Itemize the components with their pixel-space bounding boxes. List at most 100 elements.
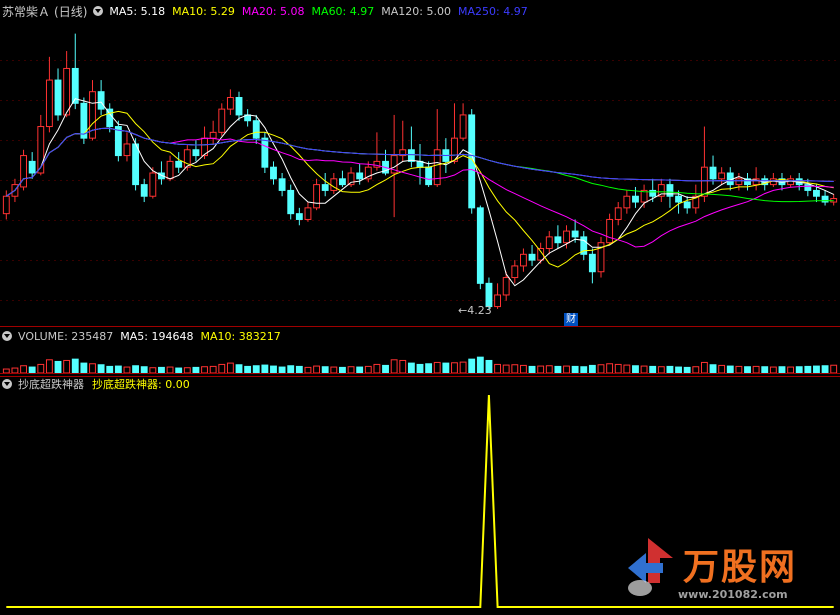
volume-bar — [330, 366, 338, 374]
volume-bar — [63, 359, 71, 374]
volume-bar — [252, 365, 260, 374]
volume-bar — [407, 362, 415, 374]
volume-bar — [778, 366, 786, 374]
candle-up — [545, 236, 553, 249]
volume-bar — [554, 365, 562, 374]
volume-legend-item: MA10: 383217 — [200, 329, 281, 343]
volume-bar — [813, 365, 820, 374]
volume-bar — [390, 359, 398, 374]
volume-bar — [37, 363, 45, 374]
candle-down — [804, 184, 812, 191]
volume-bar — [632, 365, 639, 374]
volume-bar — [89, 363, 96, 374]
indicator-name[interactable]: 抄底超跌神器 — [18, 376, 84, 392]
low-price-value: 4.23 — [467, 304, 492, 317]
candle-up — [519, 253, 527, 267]
volume-bar — [718, 364, 726, 374]
volume-bar — [588, 364, 596, 374]
volume-bar — [295, 365, 303, 374]
volume-bar — [321, 366, 329, 374]
candle-down — [476, 207, 484, 284]
ma-line — [6, 98, 834, 287]
volume-legend: VOLUME: 235487 MA5: 194648 MA10: 383217 — [18, 330, 281, 343]
volume-bar — [183, 367, 191, 374]
candle-down — [140, 184, 148, 197]
candle-down — [97, 91, 105, 110]
candle-up — [330, 178, 338, 191]
volume-bar — [114, 365, 122, 374]
volume-bar — [123, 366, 131, 374]
candle-down — [270, 166, 277, 180]
candle-down — [235, 97, 243, 116]
volume-bar — [45, 359, 53, 374]
candle-down — [287, 189, 295, 215]
volume-bar — [158, 366, 165, 374]
candle-down — [571, 230, 579, 238]
candles — [2, 33, 838, 309]
volume-bar — [614, 363, 622, 374]
volume-bar — [545, 365, 553, 374]
stock-name[interactable]: 苏常柴Ａ — [2, 3, 50, 20]
stock-chart-svg — [0, 33, 840, 608]
candle-down — [175, 160, 183, 168]
candle-down — [588, 253, 596, 273]
volume-bar — [149, 367, 157, 374]
volume-bar — [821, 365, 829, 374]
candle-up — [735, 178, 743, 186]
candle-up — [494, 294, 501, 308]
candle-down — [252, 120, 260, 139]
volume-bar — [494, 363, 501, 374]
volume-bar — [485, 359, 493, 374]
dropdown-icon[interactable] — [93, 6, 104, 16]
volume-bar — [761, 366, 769, 374]
volume-bar — [666, 365, 674, 374]
ma-legend-item: MA60: 4.97 — [311, 4, 375, 18]
indicator-dropdown-icon[interactable] — [2, 379, 12, 389]
candle-down — [683, 201, 691, 209]
volume-bar — [692, 366, 700, 374]
candle-down — [813, 189, 820, 197]
volume-bar — [97, 364, 105, 374]
candle-down — [554, 236, 562, 244]
volume-bar — [132, 365, 140, 374]
ma-legend-item: MA120: 5.00 — [381, 4, 451, 18]
candle-down — [339, 178, 346, 186]
volume-bar — [433, 361, 441, 374]
ma-legend-item: MA10: 5.29 — [172, 4, 235, 18]
volume-bar — [649, 365, 657, 374]
volume-bar — [787, 366, 795, 374]
candle-down — [709, 166, 717, 180]
candle-up — [718, 172, 726, 180]
volume-bar — [675, 366, 682, 374]
period-label[interactable]: (日线) — [54, 3, 87, 20]
volume-bar — [175, 367, 183, 374]
volume-bar — [356, 366, 364, 374]
candle-down — [632, 195, 639, 203]
volume-bar — [192, 366, 200, 374]
candle-down — [321, 184, 329, 191]
volume-bar — [80, 362, 88, 374]
volume-header: VOLUME: 235487 MA5: 194648 MA10: 383217 — [2, 329, 281, 343]
volume-bar — [209, 365, 217, 374]
chart-header: 苏常柴Ａ (日线) MA5: 5.18 MA10: 5.29 MA20: 5.08 M… — [2, 3, 528, 19]
low-price-marker: ←4.23 — [458, 304, 492, 317]
indicator-value: 抄底超跌神器: 0.00 — [92, 378, 190, 391]
finance-badge[interactable]: 财 — [564, 313, 578, 326]
candle-down — [356, 172, 364, 180]
indicator-header: 抄底超跌神器 抄底超跌神器: 0.00 — [2, 377, 190, 391]
candle-up — [606, 218, 614, 244]
ma-line — [6, 110, 834, 268]
volume-bar — [425, 363, 433, 374]
candle-down — [528, 253, 536, 261]
volume-bar — [511, 364, 519, 374]
volume-dropdown-icon[interactable] — [2, 331, 12, 341]
candle-down — [295, 213, 303, 220]
candle-down — [278, 178, 286, 191]
ma-legend: MA5: 5.18 MA10: 5.29 MA20: 5.08 MA60: 4.97 M… — [109, 5, 527, 18]
volume-bar — [235, 364, 243, 374]
volume-bar — [71, 358, 79, 374]
volume-bar — [54, 360, 62, 374]
candle-down — [425, 166, 433, 186]
candle-down — [192, 149, 200, 157]
volume-bar — [244, 365, 252, 374]
